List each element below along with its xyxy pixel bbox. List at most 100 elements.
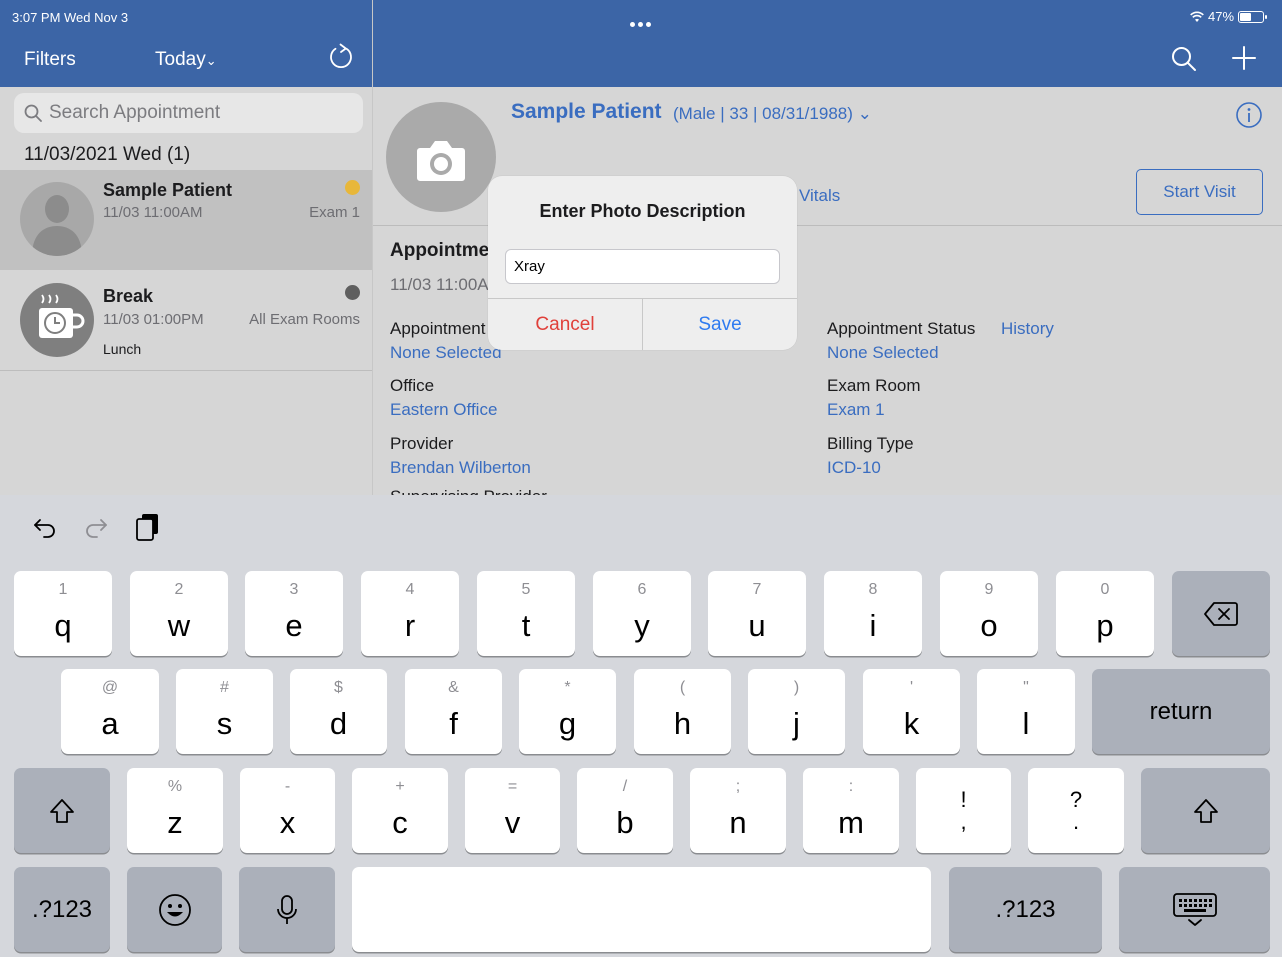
key-char: z — [167, 805, 183, 840]
numbers-right-key[interactable]: .?123 — [949, 867, 1102, 952]
appointment-type-value[interactable]: None Selected — [390, 343, 502, 363]
key-char: a — [101, 706, 119, 741]
battery-percent: 47% — [1208, 9, 1235, 24]
key-g[interactable]: * g — [519, 669, 616, 754]
key-m[interactable]: :m — [803, 768, 899, 853]
list-item[interactable]: Break 11/03 01:00PM All Exam Rooms Lunch — [0, 271, 372, 371]
cancel-button[interactable]: Cancel — [488, 299, 642, 350]
key-s[interactable]: # s — [176, 669, 273, 754]
key-p[interactable]: 0p — [1056, 571, 1154, 656]
key-a[interactable]: @ a — [61, 669, 159, 754]
status-dot — [345, 180, 360, 195]
shift-left-key[interactable] — [14, 768, 110, 853]
patient-demographics[interactable]: (Male | 33 | 08/31/1988) ⌄ — [673, 104, 872, 124]
hide-keyboard-key[interactable] — [1119, 867, 1270, 952]
paste-icon[interactable] — [135, 512, 161, 542]
key-hint: 4 — [405, 581, 415, 598]
history-link[interactable]: History — [1001, 319, 1054, 339]
key-l[interactable]: " l — [977, 669, 1075, 754]
supervising-provider-label: Supervising Provider — [390, 487, 547, 495]
right-nav-bar — [373, 0, 1282, 87]
key-period[interactable]: ? . — [1028, 768, 1124, 853]
key-b[interactable]: / b — [577, 768, 673, 853]
camera-icon — [417, 141, 465, 181]
key-u[interactable]: 7u — [708, 571, 806, 656]
chevron-down-icon: ⌄ — [857, 104, 872, 123]
info-icon[interactable] — [1235, 101, 1263, 129]
save-button[interactable]: Save — [643, 299, 797, 350]
add-icon[interactable] — [1230, 44, 1258, 72]
key-char: v — [504, 805, 521, 840]
patient-header-name[interactable]: Sample Patient — [511, 100, 662, 124]
key-char: b — [616, 805, 634, 840]
refresh-icon[interactable] — [326, 42, 356, 72]
key-hint: - — [284, 778, 291, 795]
key-char: , — [960, 808, 967, 834]
key-j[interactable]: ) j — [748, 669, 845, 754]
keyboard-dismiss-icon — [1172, 892, 1217, 926]
appointment-room: Exam 1 — [309, 204, 360, 221]
key-hint: ( — [679, 679, 686, 696]
key-char: w — [167, 608, 191, 643]
numbers-left-key[interactable]: .?123 — [14, 867, 110, 952]
key-char: e — [285, 608, 303, 643]
key-k[interactable]: ' k — [863, 669, 960, 754]
search-icon[interactable] — [1170, 45, 1198, 73]
delete-key[interactable] — [1172, 571, 1270, 656]
return-key[interactable]: return — [1092, 669, 1270, 754]
key-d[interactable]: $ d — [290, 669, 387, 754]
appointment-status-value[interactable]: None Selected — [827, 343, 939, 363]
key-t[interactable]: 5t — [477, 571, 575, 656]
key-char: q — [54, 608, 72, 643]
key-comma-stack: ! , — [916, 768, 1011, 853]
key-hint: 7 — [752, 581, 762, 598]
key-z[interactable]: % z — [127, 768, 223, 853]
avatar — [20, 283, 94, 357]
key-hint: = — [507, 778, 518, 795]
key-char: d — [329, 706, 348, 741]
provider-label: Provider — [390, 434, 454, 453]
key-v[interactable]: = v — [465, 768, 560, 853]
key-i[interactable]: 8i — [824, 571, 922, 656]
today-dropdown[interactable]: Today⌄ — [155, 49, 217, 71]
key-char: i — [869, 608, 877, 643]
tab-vitals[interactable]: Vitals — [799, 186, 840, 206]
emoji-key[interactable] — [127, 867, 222, 952]
key-hint: 1 — [58, 581, 68, 598]
key-r[interactable]: 4r — [361, 571, 459, 656]
key-q[interactable]: 1q — [14, 571, 112, 656]
key-e[interactable]: 3e — [245, 571, 343, 656]
office-value[interactable]: Eastern Office — [390, 400, 497, 420]
exam-room-value[interactable]: Exam 1 — [827, 400, 885, 420]
provider-value[interactable]: Brendan Wilberton — [390, 458, 531, 478]
undo-icon[interactable] — [32, 515, 58, 539]
key-y[interactable]: 6y — [593, 571, 691, 656]
photo-description-dialog: Enter Photo Description Cancel Save — [488, 176, 797, 350]
space-key[interactable] — [352, 867, 931, 952]
filters-button[interactable]: Filters — [24, 49, 76, 71]
break-name: Break — [103, 286, 154, 306]
key-comma[interactable]: ! , — [916, 768, 1011, 853]
key-hint: " — [1023, 679, 1029, 696]
redo-icon[interactable] — [83, 515, 109, 539]
dictation-key[interactable] — [239, 867, 335, 952]
search-appointment-field[interactable]: Search Appointment — [14, 93, 363, 133]
shift-right-key[interactable] — [1141, 768, 1270, 853]
billing-type-value[interactable]: ICD-10 — [827, 458, 881, 478]
start-visit-button[interactable]: Start Visit — [1136, 169, 1263, 215]
key-c[interactable]: + c — [352, 768, 448, 853]
multitasking-dots-icon[interactable] — [630, 14, 654, 27]
key-n[interactable]: ; n — [690, 768, 786, 853]
list-item[interactable]: Sample Patient 11/03 11:00AM Exam 1 — [0, 170, 372, 270]
key-f[interactable]: & f — [405, 669, 502, 754]
key-x[interactable]: -x — [240, 768, 335, 853]
key-char: h — [673, 706, 692, 741]
numbers-label: .?123 — [995, 895, 1056, 923]
key-char: r — [404, 608, 416, 643]
key-w[interactable]: 2w — [130, 571, 228, 656]
key-o[interactable]: 9o — [940, 571, 1038, 656]
photo-description-input[interactable] — [505, 249, 780, 284]
patient-photo-button[interactable] — [386, 102, 496, 212]
avatar — [20, 182, 94, 256]
key-h[interactable]: (h — [634, 669, 731, 754]
